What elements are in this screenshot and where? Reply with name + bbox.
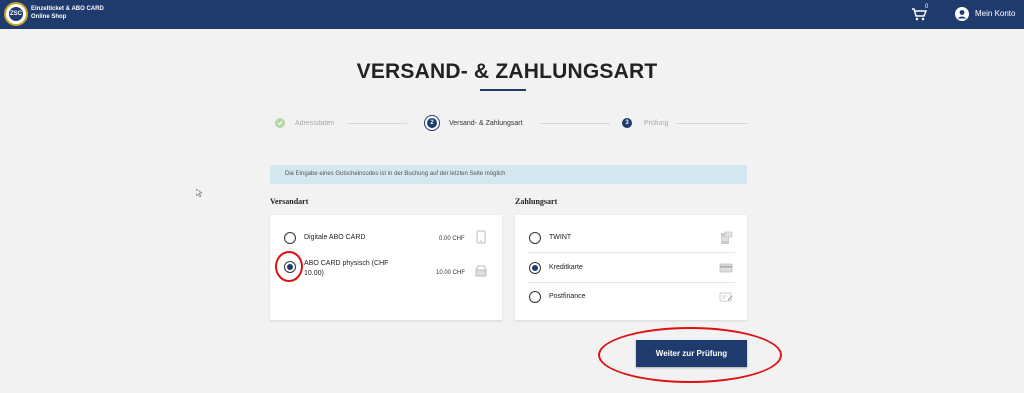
- logo-text: ZSC: [9, 7, 23, 21]
- annotation-circle-radio: [275, 251, 303, 282]
- shop-title-line1: Einzelticket & ABO CARD: [31, 6, 104, 12]
- step-connector: [347, 123, 407, 124]
- radio-creditcard[interactable]: [529, 262, 541, 274]
- step-review: 3 Prüfung: [622, 113, 669, 133]
- payment-options-card: TWINT Kreditkarte Postfinance: [515, 215, 747, 320]
- cart-count-badge: 0: [925, 4, 929, 10]
- step-shipping-payment: 2 Versand- & Zahlungsart: [424, 113, 523, 133]
- step-connector: [540, 123, 610, 124]
- payment-option-postfinance[interactable]: Postfinance: [515, 283, 747, 313]
- twint-icon: [721, 231, 733, 244]
- payment-heading: Zahlungsart: [515, 197, 558, 206]
- radio-twint[interactable]: [529, 232, 541, 244]
- title-underline: [480, 89, 526, 91]
- payment-option-twint[interactable]: TWINT: [515, 215, 747, 252]
- shipping-options-card: Digitale ABO CARD 0.00 CHF ABO CARD phys…: [270, 215, 502, 320]
- continue-to-review-button[interactable]: Weiter zur Prüfung: [636, 340, 747, 367]
- option-label: Digitale ABO CARD: [304, 234, 366, 241]
- page-title: VERSAND- & ZAHLUNGSART: [356, 60, 658, 83]
- option-price: 0.00 CHF: [439, 236, 465, 242]
- step-label: Prüfung: [644, 119, 669, 127]
- user-account-icon[interactable]: [955, 7, 969, 21]
- mobile-icon: [476, 230, 486, 244]
- check-icon: [275, 118, 285, 128]
- step-label: Versand- & Zahlungsart: [449, 119, 523, 127]
- my-account-link[interactable]: Mein Konto: [975, 9, 1015, 18]
- shipping-option-physical[interactable]: ABO CARD physisch (CHF 10.00) 10.00 CHF: [270, 253, 502, 303]
- club-logo[interactable]: ZSC: [4, 2, 28, 26]
- option-label: Kreditkarte: [549, 264, 583, 271]
- option-label: Postfinance: [549, 293, 586, 300]
- option-label: ABO CARD physisch (CHF 10.00): [304, 260, 389, 277]
- shop-title-line2: Online Shop: [31, 14, 67, 20]
- postfinance-card-icon: [719, 292, 733, 302]
- mailbox-icon: [475, 265, 487, 277]
- radio-postfinance[interactable]: [529, 291, 541, 303]
- step-connector: [676, 123, 748, 124]
- step-address: Adressdaten: [275, 113, 334, 133]
- step-number: 3: [622, 118, 632, 128]
- shipping-heading: Versandart: [270, 197, 309, 206]
- radio-digital-abo[interactable]: [284, 232, 296, 244]
- mouse-cursor-icon: [196, 189, 202, 197]
- payment-option-creditcard[interactable]: Kreditkarte: [515, 253, 747, 282]
- credit-card-icon: [719, 263, 733, 273]
- step-label: Adressdaten: [295, 119, 335, 127]
- step-number-circle: 2: [424, 115, 440, 131]
- step-number: 2: [427, 118, 437, 128]
- shop-title[interactable]: Einzelticket & ABO CARD Online Shop: [31, 5, 104, 21]
- voucher-info-banner: Die Eingabe eines Gutscheincodes ist in …: [270, 165, 747, 184]
- option-label: TWINT: [549, 234, 572, 241]
- option-price: 10.00 CHF: [436, 270, 466, 276]
- shipping-option-digital[interactable]: Digitale ABO CARD 0.00 CHF: [270, 215, 502, 253]
- top-bar: ZSC Einzelticket & ABO CARD Online Shop …: [0, 0, 1024, 29]
- checkout-progress: Adressdaten 2 Versand- & Zahlungsart 3 P…: [270, 113, 748, 133]
